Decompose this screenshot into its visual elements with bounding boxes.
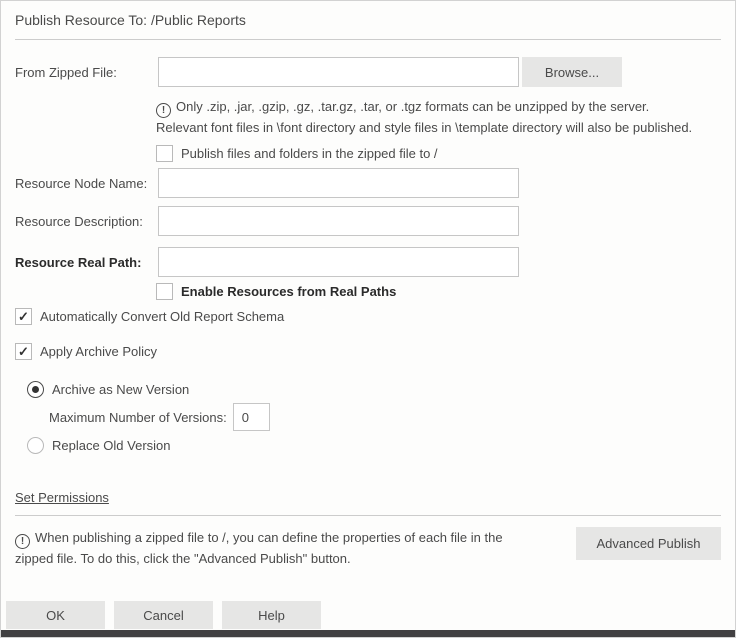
replace-old-version-radio[interactable] — [27, 437, 44, 454]
advanced-publish-button[interactable]: Advanced Publish — [576, 527, 721, 560]
from-zipped-file-row: From Zipped File: Browse... — [1, 57, 735, 87]
zip-note-line2: Relevant font files in \font directory a… — [156, 120, 693, 135]
from-zipped-file-input[interactable] — [158, 57, 519, 87]
ok-button[interactable]: OK — [6, 601, 105, 629]
dialog-title-path: /Public Reports — [150, 12, 246, 28]
apply-archive-policy-option: ✓ Apply Archive Policy — [15, 343, 735, 360]
resource-description-label: Resource Description: — [15, 214, 143, 229]
info-icon: ! — [156, 103, 171, 118]
title-divider — [15, 39, 721, 40]
enable-real-paths-checkbox[interactable] — [156, 283, 173, 300]
footer-divider — [15, 515, 721, 516]
permissions-row: Set Permissions — [15, 490, 721, 505]
action-button-row: OK Cancel Help — [6, 601, 735, 629]
enable-real-paths-option: Enable Resources from Real Paths — [156, 283, 735, 300]
checkmark-icon: ✓ — [18, 309, 29, 324]
auto-convert-label: Automatically Convert Old Report Schema — [40, 309, 285, 324]
resource-real-path-input[interactable] — [158, 247, 519, 277]
apply-archive-policy-checkbox[interactable]: ✓ — [15, 343, 32, 360]
footer-note-line1: When publishing a zipped file to /, you … — [35, 530, 503, 545]
dialog-title-label: Publish Resource To: — [15, 12, 148, 28]
browse-button[interactable]: Browse... — [522, 57, 622, 87]
publish-to-root-option: Publish files and folders in the zipped … — [156, 145, 735, 162]
replace-old-version-label: Replace Old Version — [52, 438, 171, 453]
zip-format-note: ! Only .zip, .jar, .gzip, .gz, .tar.gz, .… — [156, 97, 721, 137]
resource-description-input[interactable] — [158, 206, 519, 236]
max-versions-input[interactable] — [232, 403, 270, 431]
resource-node-name-input[interactable] — [158, 168, 519, 198]
dialog-title: Publish Resource To: /Public Reports — [1, 1, 735, 29]
advanced-publish-note: ! When publishing a zipped file to /, you… — [15, 524, 530, 568]
max-versions-label: Maximum Number of Versions: — [49, 409, 227, 425]
radio-selected-dot — [32, 386, 39, 393]
help-button[interactable]: Help — [222, 601, 321, 629]
zip-note-line1-row: ! Only .zip, .jar, .gzip, .gz, .tar.gz, .… — [156, 97, 721, 118]
auto-convert-option: ✓ Automatically Convert Old Report Schem… — [15, 308, 735, 325]
footer-note-row: ! When publishing a zipped file to /, you… — [15, 524, 721, 568]
replace-old-version-option: Replace Old Version — [27, 437, 735, 454]
zip-note-line1: Only .zip, .jar, .gzip, .gz, .tar.gz, .t… — [176, 99, 650, 114]
info-icon: ! — [15, 534, 30, 549]
archive-new-version-option: Archive as New Version — [27, 381, 735, 398]
set-permissions-link[interactable]: Set Permissions — [15, 490, 109, 505]
apply-archive-policy-label: Apply Archive Policy — [40, 344, 158, 359]
auto-convert-checkbox[interactable]: ✓ — [15, 308, 32, 325]
resource-description-row: Resource Description: — [1, 206, 735, 236]
enable-real-paths-label: Enable Resources from Real Paths — [181, 284, 397, 299]
archive-new-version-radio[interactable] — [27, 381, 44, 398]
footer-note-line2: zipped file. To do this, click the "Adva… — [15, 551, 351, 566]
max-versions-row: Maximum Number of Versions: — [49, 403, 735, 431]
cancel-button[interactable]: Cancel — [114, 601, 213, 629]
publish-resource-dialog: Publish Resource To: /Public Reports Fro… — [0, 0, 736, 638]
archive-new-version-label: Archive as New Version — [52, 382, 190, 397]
checkmark-icon: ✓ — [18, 344, 29, 359]
resource-real-path-row: Resource Real Path: — [1, 247, 735, 277]
resource-node-name-row: Resource Node Name: — [1, 168, 735, 198]
resource-node-name-label: Resource Node Name: — [15, 176, 148, 191]
from-zipped-file-label: From Zipped File: — [15, 65, 117, 80]
footer-note-line1-row: ! When publishing a zipped file to /, you… — [15, 528, 530, 549]
resource-real-path-label: Resource Real Path: — [15, 255, 142, 270]
publish-to-root-label: Publish files and folders in the zipped … — [181, 146, 438, 161]
publish-to-root-checkbox[interactable] — [156, 145, 173, 162]
bottom-bar — [1, 630, 735, 637]
